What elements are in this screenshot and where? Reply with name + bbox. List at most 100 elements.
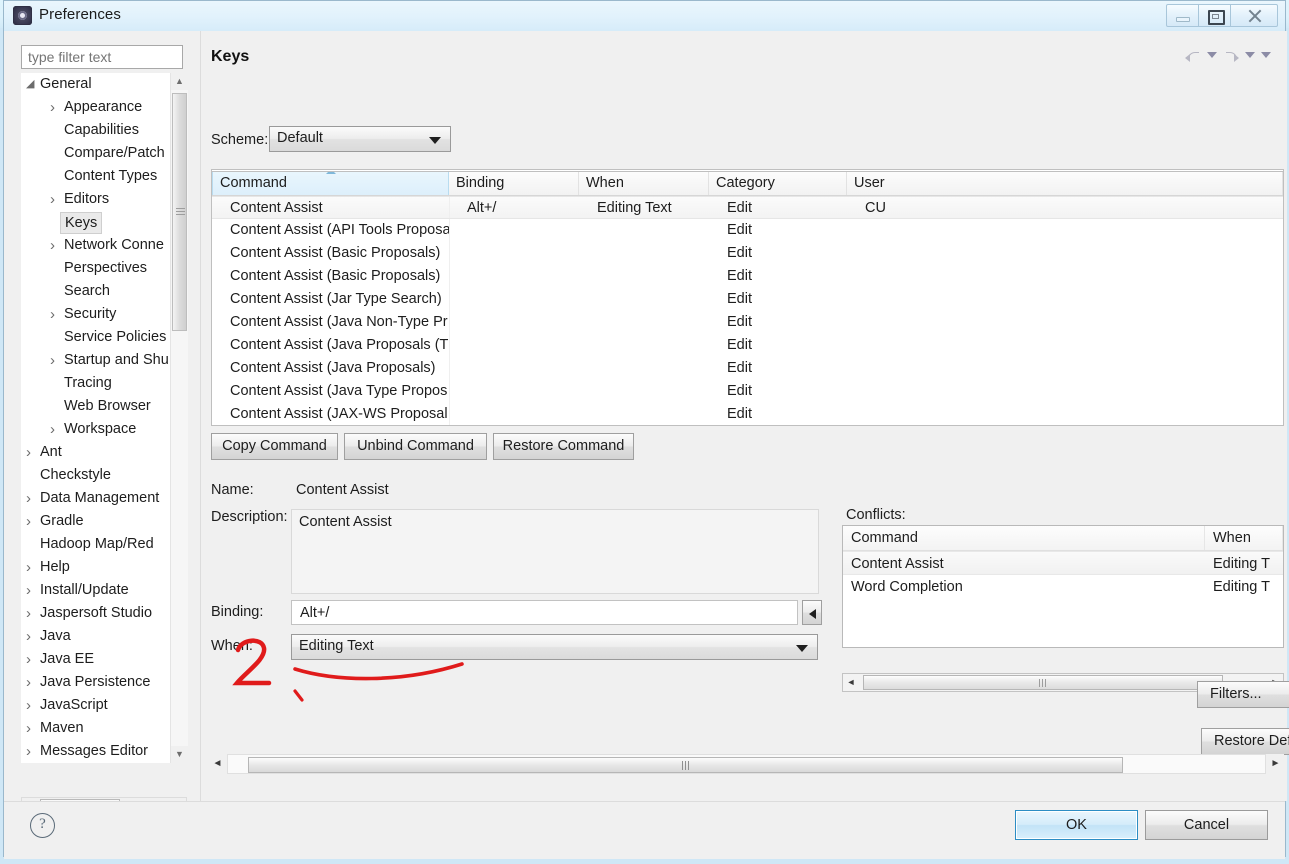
chevron-right-icon[interactable]: › — [50, 349, 55, 372]
table-row[interactable]: Content Assist (JAX-WS Proposal Edit — [212, 403, 1283, 425]
chevron-right-icon[interactable]: › — [50, 303, 55, 326]
sidebar-item-appearance[interactable]: › Appearance — [22, 96, 185, 119]
chevron-right-icon[interactable]: › — [26, 671, 31, 694]
table-row[interactable]: Content Assist (Basic Proposals) Edit — [212, 242, 1283, 265]
table-row[interactable]: Content Assist (Java Proposals) Edit — [212, 357, 1283, 380]
tree-scroll-thumb[interactable] — [172, 93, 187, 331]
table-row[interactable]: Content Assist (Basic Proposals) Edit — [212, 265, 1283, 288]
column-header-user[interactable]: User — [847, 172, 1283, 195]
filter-input[interactable] — [21, 45, 183, 69]
sidebar-item-javascript[interactable]: › JavaScript — [22, 694, 185, 717]
table-row[interactable]: Content Assist (API Tools Proposa Edit — [212, 219, 1283, 242]
table-row[interactable]: Content Assist (Java Non-Type Pr Edit — [212, 311, 1283, 334]
chevron-right-icon[interactable]: › — [26, 510, 31, 533]
page-horizontal-scrollbar[interactable]: ◄ ► — [209, 754, 1284, 774]
sidebar-item-java-persistence[interactable]: › Java Persistence — [22, 671, 185, 694]
filters-button[interactable]: Filters... — [1197, 681, 1289, 708]
cancel-button[interactable]: Cancel — [1145, 810, 1268, 840]
sidebar-item-java[interactable]: › Java — [22, 625, 185, 648]
sidebar-item-workspace[interactable]: › Workspace — [22, 418, 185, 441]
chevron-right-icon[interactable]: › — [26, 579, 31, 602]
view-menu-chevron-down-icon[interactable] — [1261, 52, 1271, 58]
sidebar-item-search[interactable]: Search — [22, 280, 185, 303]
maximize-button[interactable] — [1198, 4, 1231, 27]
sidebar-item-ant[interactable]: › Ant — [22, 441, 185, 464]
sidebar-item-jaspersoft-studio[interactable]: › Jaspersoft Studio — [22, 602, 185, 625]
page-hscroll-thumb[interactable] — [248, 757, 1123, 773]
column-header-when[interactable]: When — [579, 172, 709, 195]
chevron-right-icon[interactable]: › — [26, 487, 31, 510]
column-header-command[interactable]: Command — [212, 172, 449, 195]
table-row[interactable]: Content Assist (Java Type Propos Edit — [212, 380, 1283, 403]
chevron-right-icon[interactable]: › — [26, 740, 31, 762]
back-icon[interactable] — [1185, 48, 1201, 62]
sidebar-item-security[interactable]: › Security — [22, 303, 185, 326]
chevron-down-icon[interactable]: ◢ — [26, 73, 34, 96]
forward-history-chevron-down-icon[interactable] — [1245, 52, 1255, 58]
restore-command-button[interactable]: Restore Command — [493, 433, 634, 460]
help-icon[interactable]: ? — [30, 813, 55, 838]
chevron-right-icon[interactable]: › — [26, 441, 31, 464]
sidebar-item-checkstyle[interactable]: Checkstyle — [22, 464, 185, 487]
sidebar-item-startup-and-shu[interactable]: › Startup and Shu — [22, 349, 185, 372]
sidebar-item-compare-patch[interactable]: Compare/Patch — [22, 142, 185, 165]
chevron-right-icon[interactable]: › — [50, 418, 55, 441]
column-header-binding[interactable]: Binding — [449, 172, 579, 195]
forward-icon[interactable] — [1223, 48, 1239, 62]
conflicts-column-header-when[interactable]: When — [1205, 526, 1283, 550]
sidebar-item-hadoop-map-red[interactable]: Hadoop Map/Red — [22, 533, 185, 556]
sidebar-item-web-browser[interactable]: Web Browser — [22, 395, 185, 418]
minimize-button[interactable] — [1166, 4, 1199, 27]
chevron-right-icon[interactable]: › — [26, 717, 31, 740]
chevron-right-icon[interactable]: › — [50, 188, 55, 211]
sidebar-item-maven[interactable]: › Maven — [22, 717, 185, 740]
commands-table[interactable]: Command Binding When Category User Content A… — [211, 171, 1284, 426]
table-row[interactable]: Content Assist (Java Proposals (T Edit — [212, 334, 1283, 357]
scroll-up-icon[interactable]: ▲ — [171, 73, 188, 90]
binding-prev-button[interactable] — [802, 600, 822, 625]
scheme-select[interactable]: Default — [269, 126, 451, 152]
binding-input[interactable] — [291, 600, 798, 625]
sidebar-item-java-ee[interactable]: › Java EE — [22, 648, 185, 671]
back-history-chevron-down-icon[interactable] — [1207, 52, 1217, 58]
conflicts-column-header-command[interactable]: Command — [843, 526, 1205, 550]
preference-tree[interactable]: ◢ General › Appearance Capabilities Compare/P… — [21, 73, 186, 763]
ok-button[interactable]: OK — [1015, 810, 1138, 840]
tree-vertical-scrollbar[interactable]: ▲ ▼ — [170, 73, 188, 763]
chevron-right-icon[interactable]: › — [50, 234, 55, 257]
scroll-down-icon[interactable]: ▼ — [171, 746, 188, 763]
sidebar-item-gradle[interactable]: › Gradle — [22, 510, 185, 533]
sidebar-item-tracing[interactable]: Tracing — [22, 372, 185, 395]
sidebar-item-service-policies[interactable]: Service Policies — [22, 326, 185, 349]
conflicts-row[interactable]: Word Completion Editing T — [843, 575, 1283, 599]
sidebar-item-data-management[interactable]: › Data Management — [22, 487, 185, 510]
description-textarea[interactable]: Content Assist — [291, 509, 819, 594]
chevron-right-icon[interactable]: › — [26, 648, 31, 671]
sidebar-item-editors[interactable]: › Editors — [22, 188, 185, 211]
scroll-left-icon[interactable]: ◄ — [209, 755, 226, 773]
sidebar-item-install-update[interactable]: › Install/Update — [22, 579, 185, 602]
sidebar-item-help[interactable]: › Help — [22, 556, 185, 579]
column-header-category[interactable]: Category — [709, 172, 847, 195]
sidebar-item-network-conne[interactable]: › Network Conne — [22, 234, 185, 257]
scroll-left-icon[interactable]: ◄ — [843, 674, 859, 691]
table-row[interactable]: Content Assist (Jar Type Search) Edit — [212, 288, 1283, 311]
sidebar-item-content-types[interactable]: Content Types — [22, 165, 185, 188]
sidebar-item-perspectives[interactable]: Perspectives — [22, 257, 185, 280]
conflicts-table[interactable]: Command When Content Assist Editing T Word … — [842, 525, 1284, 648]
scroll-right-icon[interactable]: ► — [1267, 755, 1284, 773]
chevron-right-icon[interactable]: › — [50, 96, 55, 119]
chevron-right-icon[interactable]: › — [26, 556, 31, 579]
chevron-right-icon[interactable]: › — [26, 625, 31, 648]
chevron-right-icon[interactable]: › — [26, 694, 31, 717]
when-select[interactable]: Editing Text — [291, 634, 818, 660]
conflicts-row[interactable]: Content Assist Editing T — [843, 551, 1283, 575]
sidebar-item-keys[interactable]: Keys — [22, 211, 185, 234]
sidebar-item-capabilities[interactable]: Capabilities — [22, 119, 185, 142]
hscroll-track[interactable] — [227, 754, 1266, 774]
conflicts-scroll-thumb[interactable] — [863, 675, 1223, 690]
unbind-command-button[interactable]: Unbind Command — [344, 433, 487, 460]
close-button[interactable] — [1230, 4, 1278, 27]
sidebar-item-general[interactable]: ◢ General — [22, 73, 185, 96]
chevron-right-icon[interactable]: › — [26, 602, 31, 625]
